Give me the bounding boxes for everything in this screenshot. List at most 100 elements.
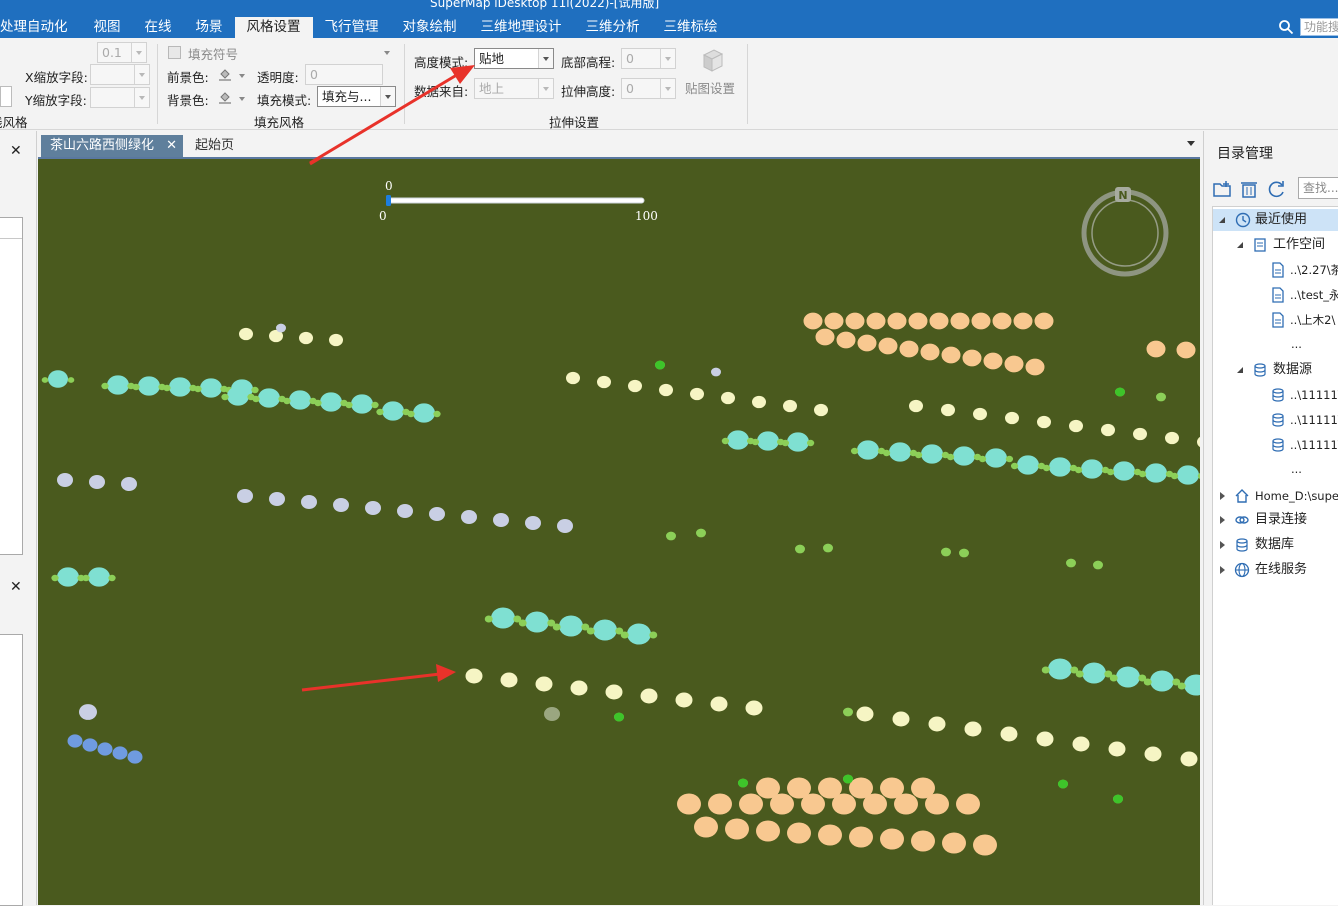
tree-symbol	[711, 367, 721, 377]
tab-style-settings[interactable]: 风格设置	[234, 17, 313, 38]
tree-node-online-service[interactable]: 在线服务	[1213, 559, 1338, 581]
tree-node-more[interactable]: ...	[1291, 333, 1302, 355]
tree-node-datasource-file[interactable]: ..\11111\h	[1213, 409, 1338, 431]
close-icon[interactable]: ✕	[10, 143, 22, 159]
scene-canvas[interactable]: N	[38, 159, 1200, 905]
tree-symbol	[1082, 662, 1106, 684]
shrub-symbol	[82, 574, 90, 582]
opacity-spinner[interactable]: 0	[305, 64, 383, 85]
tree-symbol	[1180, 751, 1198, 767]
tree-symbol	[169, 377, 191, 397]
expand-toggle-icon[interactable]	[1237, 242, 1245, 250]
paint-bucket-icon[interactable]	[218, 68, 232, 82]
y-scale-field-combo[interactable]	[90, 87, 150, 108]
bottom-altitude-combo[interactable]: 0	[621, 48, 676, 69]
tab-3d-plotting[interactable]: 三维标绘	[652, 17, 730, 38]
expand-toggle-icon[interactable]	[1218, 516, 1226, 525]
tab-view[interactable]: 视图	[82, 17, 133, 38]
fill-symbol-checkbox[interactable]	[168, 46, 181, 59]
tab-start-page[interactable]: 起始页	[195, 135, 234, 157]
tab-scene-document[interactable]: 茶山六路西侧绿化 ✕	[41, 135, 183, 157]
shrub-symbol	[1143, 678, 1152, 686]
texture-settings-icon[interactable]	[698, 46, 726, 74]
tree-symbol	[911, 777, 935, 799]
data-source-combo[interactable]: 地上	[474, 78, 554, 99]
tree-symbol	[756, 820, 780, 842]
expand-toggle-icon[interactable]	[1218, 541, 1226, 550]
new-folder-icon[interactable]	[1212, 179, 1232, 199]
tab-scene[interactable]: 场景	[184, 17, 235, 38]
refresh-icon[interactable]	[1267, 179, 1287, 199]
tree-node-datasource[interactable]: 数据源	[1213, 359, 1338, 381]
tree-symbol	[694, 816, 718, 838]
expand-toggle-icon[interactable]	[1218, 566, 1226, 575]
delete-icon[interactable]	[1239, 179, 1259, 199]
tree-node-label: ..\11111\e	[1290, 438, 1338, 452]
tree-node-workspace[interactable]: 工作空间	[1213, 234, 1338, 256]
tree-node-workspace-file[interactable]: ..\2.27\茶	[1213, 259, 1338, 281]
fill-mode-combo[interactable]: 填充与...	[317, 86, 396, 107]
tree-symbol	[677, 793, 701, 815]
tree-node-home-folder[interactable]: Home_D:\superm	[1213, 485, 1338, 507]
tree-symbol	[941, 346, 961, 364]
tree-symbol	[1176, 341, 1196, 359]
x-scale-field-combo[interactable]	[90, 64, 150, 85]
tree-symbol	[928, 716, 946, 732]
shrub-symbol	[1177, 682, 1186, 690]
tree-symbol	[857, 334, 877, 352]
tree-node-recent[interactable]: 最近使用	[1213, 209, 1338, 231]
workspace-icon	[1254, 238, 1266, 252]
tree-node-workspace-file[interactable]: ..\test_永	[1213, 284, 1338, 306]
close-icon[interactable]: ✕	[166, 135, 177, 157]
tree-node-database[interactable]: 数据库	[1213, 534, 1338, 556]
tab-flight-manage[interactable]: 飞行管理	[313, 17, 391, 38]
fill-symbol-dropdown-icon[interactable]	[384, 51, 390, 55]
texture-settings-label[interactable]: 贴图设置	[685, 78, 735, 97]
scale-slider-thumb[interactable]	[386, 195, 391, 206]
fore-color-label: 前景色:	[167, 70, 209, 85]
shrub-symbol	[1115, 387, 1125, 397]
extrude-height-combo[interactable]: 0	[621, 78, 676, 99]
expand-toggle-icon[interactable]	[1218, 492, 1226, 501]
expand-toggle-icon[interactable]	[1219, 217, 1227, 225]
tree-symbol	[856, 706, 874, 722]
close-icon[interactable]: ✕	[10, 579, 22, 595]
tree-node-more[interactable]: ...	[1291, 458, 1302, 480]
tree-symbol	[351, 394, 373, 414]
tab-process-automation[interactable]: 处理自动化	[0, 17, 82, 38]
tree-symbol	[1116, 666, 1140, 688]
tree-node-workspace-file[interactable]: ..\上木2\	[1213, 309, 1338, 331]
tree-node-datasource-file[interactable]: ..\11111\p	[1213, 384, 1338, 406]
height-mode-combo[interactable]: 贴地	[474, 48, 554, 69]
fill-style-group-label: 填充风格	[254, 115, 305, 130]
scale-slider-track[interactable]	[387, 197, 645, 204]
tree-symbol	[57, 472, 73, 488]
fore-color-dropdown-icon[interactable]	[239, 74, 245, 78]
tab-online[interactable]: 在线	[133, 17, 184, 38]
tab-object-draw[interactable]: 对象绘制	[391, 17, 469, 38]
function-search-input[interactable]: 功能搜索	[1300, 18, 1338, 36]
expand-toggle-icon[interactable]	[1237, 367, 1245, 375]
catalog-search-input[interactable]: 查找...	[1298, 177, 1338, 199]
shrub-symbol	[1010, 462, 1019, 470]
tree-node-label: Home_D:\superm	[1255, 489, 1338, 503]
line-width-combo[interactable]: 0.1	[97, 42, 147, 63]
tab-3d-geodesign[interactable]: 三维地理设计	[469, 17, 574, 38]
tree-symbol	[1081, 459, 1103, 479]
search-icon[interactable]	[1278, 19, 1294, 35]
tree-node-dir-connect[interactable]: 目录连接	[1213, 509, 1338, 531]
tree-symbol	[857, 440, 879, 460]
back-color-dropdown-icon[interactable]	[239, 97, 245, 101]
tab-3d-analysis[interactable]: 三维分析	[574, 17, 652, 38]
tree-symbol	[708, 793, 732, 815]
x-scale-field-label: X缩放字段:	[25, 70, 88, 85]
tree-symbol	[121, 476, 137, 492]
paint-bucket-icon[interactable]	[218, 91, 232, 105]
scene-viewport[interactable]: N 0 0 100	[38, 157, 1200, 905]
tree-node-datasource-file[interactable]: ..\11111\e	[1213, 434, 1338, 456]
tree-symbol	[973, 834, 997, 856]
line-color-combo[interactable]	[0, 86, 12, 107]
tabs-dropdown-icon[interactable]	[1187, 141, 1195, 146]
tree-symbol	[1004, 355, 1024, 373]
shrub-symbol	[252, 395, 260, 403]
